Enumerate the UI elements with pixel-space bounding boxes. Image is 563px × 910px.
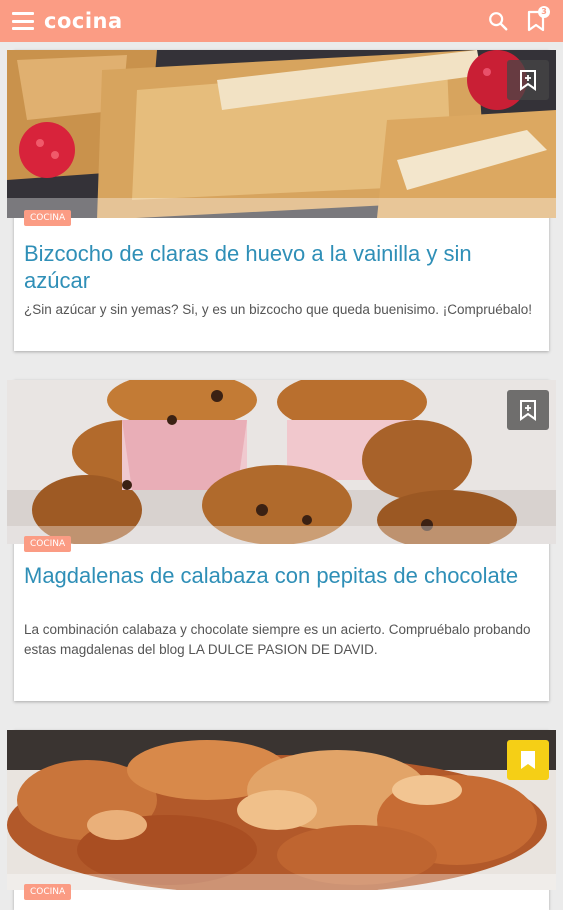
menu-icon[interactable]: [12, 12, 34, 30]
search-icon: [489, 12, 508, 31]
article-description: ¿Sin azúcar y sin yemas? Si, y es un biz…: [24, 302, 533, 317]
saved-button[interactable]: 3: [519, 4, 553, 38]
app-bar: cocina 3: [0, 0, 563, 42]
article-image: [7, 730, 556, 890]
search-button[interactable]: [481, 4, 515, 38]
bookmark-icon: [520, 400, 536, 421]
article-image: [7, 380, 556, 544]
article-image: [7, 50, 556, 218]
article-title[interactable]: Bizcocho de claras de huevo a la vainill…: [24, 240, 539, 294]
article-title[interactable]: Magdalenas de calabaza con pepitas de ch…: [24, 562, 539, 589]
bookmark-icon: [520, 70, 536, 91]
article-card[interactable]: COCINA Bizcocho de claras de huevo a la …: [7, 50, 556, 351]
article-card[interactable]: COCINA Magdalenas de calabaza con pepita…: [7, 380, 556, 701]
category-tag[interactable]: COCINA: [24, 210, 72, 226]
category-tag[interactable]: COCINA: [24, 536, 72, 552]
save-button[interactable]: [507, 390, 549, 430]
article-card[interactable]: COCINA: [7, 730, 556, 910]
save-button[interactable]: [507, 60, 549, 100]
save-button[interactable]: [507, 740, 549, 780]
category-tag[interactable]: COCINA: [24, 884, 72, 900]
saved-count-badge: 3: [538, 6, 550, 18]
bookmark-icon: [521, 751, 535, 769]
article-description: La combinación calabaza y chocolate siem…: [24, 622, 531, 657]
app-title: cocina: [44, 9, 123, 33]
